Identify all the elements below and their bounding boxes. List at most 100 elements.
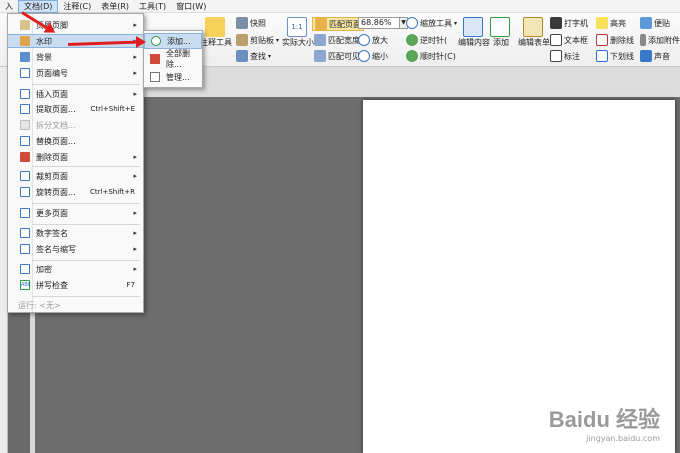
edit-form-icon [523, 17, 543, 37]
spell-check-icon: ABC [20, 280, 32, 290]
binoculars-icon [236, 50, 248, 62]
menu-form[interactable]: 表单(R) [96, 0, 134, 13]
rotate-left-button[interactable]: 逆时针( [406, 34, 447, 46]
menu-tools[interactable]: 工具(T) [134, 0, 171, 13]
menu-item-encrypt[interactable]: 加密 ▸ [8, 262, 143, 276]
fit-page-icon [315, 18, 327, 30]
menu-item-replace-pages[interactable]: 替换页面... [8, 134, 143, 148]
magnifier-icon [406, 17, 418, 29]
note-button[interactable]: 便贴 [640, 17, 670, 29]
more-pages-icon [20, 208, 30, 218]
highlight-button[interactable]: 高亮 [596, 17, 626, 29]
strikeout-button[interactable]: 删除线 [596, 34, 634, 46]
menu-item-delete-pages[interactable]: 删除页面 ▸ [8, 150, 143, 164]
menu-item-sign-initials[interactable]: 签名与缩写 ▸ [8, 242, 143, 256]
menu-separator [32, 224, 140, 225]
paperclip-icon [640, 34, 646, 46]
annot-tool-button[interactable]: 注释工具 [200, 17, 232, 48]
menu-bar: 入 文档(D) 注释(C) 表单(R) 工具(T) 窗口(W) [0, 0, 680, 13]
menu-separator [32, 84, 140, 85]
manage-icon [150, 72, 160, 82]
zoom-out-icon [358, 50, 370, 62]
typewriter-button[interactable]: 打字机 [550, 17, 588, 29]
typewriter-icon [550, 17, 562, 29]
menu-document[interactable]: 文档(D) [18, 0, 59, 13]
document-page[interactable] [363, 100, 675, 453]
camera-icon [236, 17, 248, 29]
rotate-right-icon [406, 50, 418, 62]
add-button[interactable]: 添加 [490, 17, 512, 48]
sound-button[interactable]: 声音 [640, 50, 670, 62]
fit-page-button[interactable]: 匹配页面 [312, 17, 364, 31]
background-icon [20, 52, 30, 62]
sign-icon [20, 244, 30, 254]
menu-item-partial[interactable]: 入 [0, 0, 18, 13]
menu-item-split-document: 拆分文档... [8, 118, 143, 132]
zoom-out-button[interactable]: 缩小 [358, 50, 388, 62]
underline-icon [596, 50, 608, 62]
attach-button[interactable]: 添加附件 [640, 34, 680, 46]
menu-item-more-pages[interactable]: 更多页面 ▸ [8, 206, 143, 220]
actual-size-button[interactable]: 1:1 实际大小 [282, 17, 314, 48]
zoom-in-button[interactable]: 放大 [358, 34, 388, 46]
note-icon [640, 17, 652, 29]
menu-item-background[interactable]: 背景 ▸ [8, 50, 143, 64]
strikeout-icon [596, 34, 608, 46]
zoom-in-icon [358, 34, 370, 46]
submenu-item-add[interactable]: 添加... [144, 33, 202, 49]
menu-separator [32, 203, 140, 204]
snapshot-button[interactable]: 快照 [236, 17, 266, 29]
edit-form-button[interactable]: 编辑表单 [518, 17, 550, 48]
header-footer-icon [20, 20, 30, 30]
rotate-right-button[interactable]: 顺时针(C) [406, 50, 456, 62]
add-watermark-icon [151, 36, 161, 46]
clipboard-icon [236, 34, 248, 46]
menu-item-header-footer[interactable]: 页眉页脚 ▸ [8, 18, 143, 32]
menu-item-run: 运行: <无> [18, 300, 61, 310]
watermark-icon [20, 36, 30, 46]
annotation-arrow-head [136, 36, 146, 48]
textbox-button[interactable]: 文本框 [550, 34, 588, 46]
site-watermark: Baidu 经验 jingyan.baidu.com [548, 407, 660, 443]
edit-content-button[interactable]: 编辑内容 [458, 17, 490, 48]
menu-item-insert-page[interactable]: 插入页面 ▸ [8, 87, 143, 101]
clipboard-button[interactable]: 剪贴板 ▾ [236, 34, 279, 46]
insert-page-icon [20, 89, 30, 99]
split-document-icon [20, 120, 30, 130]
fit-width-button[interactable]: 匹配宽度 [314, 34, 360, 46]
submenu-item-manage[interactable]: 管理... [144, 69, 202, 85]
document-menu: 页眉页脚 ▸ 水印 ▸ 背景 ▸ 页面编号 ▸ 插入页面 ▸ 提取页面... C… [7, 13, 144, 313]
rotate-pages-icon [20, 187, 30, 197]
menu-item-digital-signature[interactable]: 数字签名 ▸ [8, 226, 143, 240]
extract-pages-icon [20, 104, 30, 114]
underline-button[interactable]: 下划线 [596, 50, 634, 62]
textbox-icon [550, 34, 562, 46]
menu-item-page-number[interactable]: 页面编号 ▸ [8, 66, 143, 80]
fit-visible-button[interactable]: 匹配可见 [314, 50, 360, 62]
fit-width-icon [314, 34, 326, 46]
menu-item-extract-pages[interactable]: 提取页面... Ctrl+Shift+E [8, 102, 143, 116]
submenu-item-remove-all[interactable]: 全部删除... [144, 49, 202, 69]
menu-separator [32, 166, 140, 167]
menu-window[interactable]: 窗口(W) [171, 0, 211, 13]
callout-icon [550, 50, 562, 62]
menu-comment[interactable]: 注释(C) [58, 0, 96, 13]
add-icon [490, 17, 510, 37]
digital-signature-icon [20, 228, 30, 238]
replace-pages-icon [20, 136, 30, 146]
highlight-icon [596, 17, 608, 29]
zoom-select[interactable]: 68.86% ▼ [358, 17, 408, 29]
callout-button[interactable]: 标注 [550, 50, 580, 62]
lock-icon [20, 264, 30, 274]
menu-item-spell-check[interactable]: ABC 拼写检查 F7 [8, 278, 143, 292]
edit-content-icon [463, 17, 483, 37]
menu-separator [32, 296, 140, 297]
actual-size-icon: 1:1 [287, 17, 307, 37]
zoom-tool-button[interactable]: 缩放工具 ▾ [406, 17, 457, 29]
menu-item-rotate-pages[interactable]: 旋转页面... Ctrl+Shift+R [8, 185, 143, 199]
rotate-left-icon [406, 34, 418, 46]
speaker-icon [640, 50, 652, 62]
page-number-icon [20, 68, 30, 78]
find-button[interactable]: 查找 ▾ [236, 50, 271, 62]
menu-item-crop-pages[interactable]: 裁剪页面 ▸ [8, 169, 143, 183]
